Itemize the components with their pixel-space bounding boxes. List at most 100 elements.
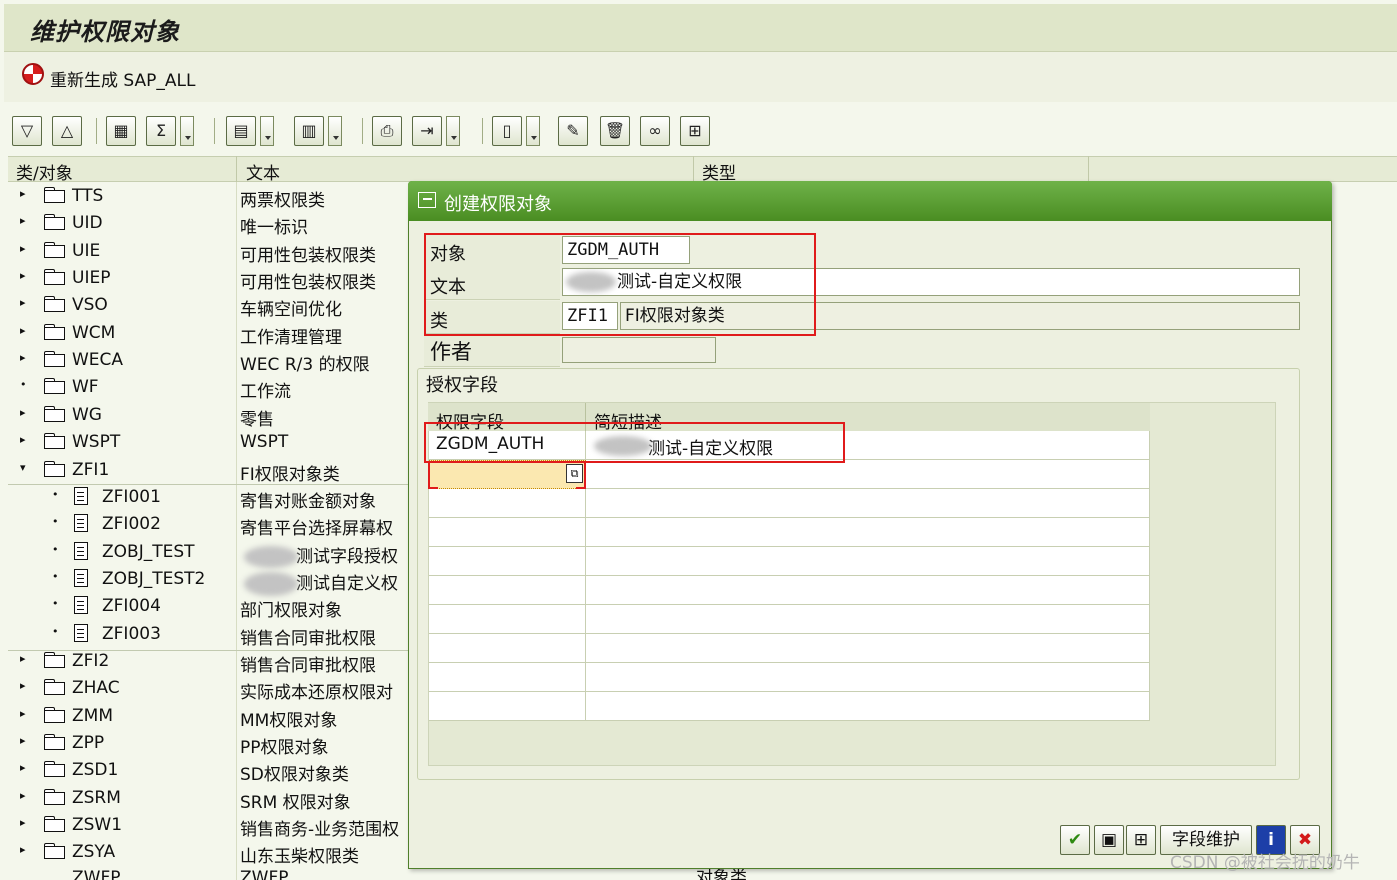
table-active-cell[interactable]	[429, 460, 586, 489]
column-header-class[interactable]: 类/对象	[16, 159, 73, 184]
tree-expander-icon[interactable]: •	[52, 488, 59, 501]
tree-expander-icon[interactable]: •	[52, 515, 59, 528]
table-cell-field[interactable]	[429, 576, 586, 605]
tree-expander-icon[interactable]: ▸	[20, 761, 26, 774]
tree-expander-icon[interactable]: ▸	[20, 816, 26, 829]
tree-node-name: ZSD1	[72, 760, 119, 780]
export-dropdown[interactable]	[446, 116, 460, 146]
tree-row[interactable]: ▸ UID 唯一标识	[8, 210, 408, 238]
folder-icon	[44, 816, 66, 832]
tree-row[interactable]: ▸ ZSW1 销售商务-业务范围权	[8, 812, 408, 840]
tree-row[interactable]: ▸ WECA WEC R/3 的权限	[8, 347, 408, 375]
tree-row[interactable]: • ZFI001 寄售对账金额对象	[8, 484, 408, 512]
folder-icon	[44, 296, 66, 312]
tree-node-name: UID	[72, 213, 103, 233]
tree-expander-icon[interactable]: ▸	[20, 789, 26, 802]
hierarchy-icon[interactable]: ⊞	[1126, 825, 1156, 855]
tree-expander-icon[interactable]: ▸	[20, 296, 26, 309]
tree-expander-icon[interactable]: ▸	[20, 351, 26, 364]
tree-row[interactable]: ▸ UIEP 可用性包装权限类	[8, 265, 408, 293]
tree-row[interactable]: ▸ ZHAC 实际成本还原权限对	[8, 675, 408, 703]
regen-sap-all-button[interactable]: 重新生成 SAP_ALL	[50, 66, 195, 91]
tree-node-text: 测试字段授权	[296, 547, 398, 567]
folder-icon	[44, 406, 66, 422]
tree-row[interactable]: ▾ ZFI1 FI权限对象类	[8, 457, 408, 485]
tree-node-name: VSO	[72, 295, 108, 315]
tree-expander-icon[interactable]: ▾	[20, 461, 26, 474]
layout-icon[interactable]: ▥	[294, 116, 324, 146]
print-dropdown[interactable]	[260, 116, 274, 146]
tree-expander-icon[interactable]: •	[52, 625, 59, 638]
tree-expander-icon[interactable]: ▸	[20, 707, 26, 720]
tree-row[interactable]: • WF 工作流	[8, 374, 408, 402]
tree-expander-icon[interactable]: •	[52, 597, 59, 610]
layout-dropdown[interactable]	[328, 116, 342, 146]
column-header-text[interactable]: 文本	[246, 159, 280, 184]
folder-icon	[44, 214, 66, 230]
tree-row[interactable]: ▸ TTS 两票权限类	[8, 183, 408, 211]
table-cell-field[interactable]	[429, 605, 586, 634]
tree-expander-icon[interactable]: ▸	[20, 324, 26, 337]
delete-icon[interactable]: 🗑	[600, 116, 630, 146]
tree-row[interactable]: ▸ ZMM MM权限对象	[8, 703, 408, 731]
tree-expander-icon[interactable]: ▸	[20, 187, 26, 200]
table-cell-field[interactable]	[429, 634, 586, 663]
print-preview-icon[interactable]: ⎙	[372, 116, 402, 146]
create-dropdown[interactable]	[526, 116, 540, 146]
tree-row[interactable]: ▸ ZSD1 SD权限对象类	[8, 757, 408, 785]
highlight-box	[424, 233, 816, 336]
tree-row[interactable]: • ZFI004 部门权限对象	[8, 593, 408, 621]
print-icon[interactable]: ▤	[226, 116, 256, 146]
regen-icon[interactable]	[22, 63, 44, 85]
tree-row[interactable]: • ZFI003 销售合同审批权限	[8, 621, 408, 649]
table-cell-field[interactable]	[429, 692, 586, 721]
tree-expander-icon[interactable]: ▸	[20, 406, 26, 419]
tree-row[interactable]: • ZOBJ_TEST 测试字段授权	[8, 539, 408, 567]
folder-icon	[44, 187, 66, 203]
table-cell-field[interactable]	[429, 663, 586, 692]
window-title: 维护权限对象	[30, 17, 180, 46]
tree-row[interactable]: ▸ WG 零售	[8, 402, 408, 430]
table-cell-field[interactable]	[429, 547, 586, 576]
sum-dropdown[interactable]	[180, 116, 194, 146]
tree-expander-icon[interactable]: •	[20, 378, 27, 391]
tree-row[interactable]: • ZOBJ_TEST2 测试自定义权	[8, 566, 408, 594]
tree-row[interactable]: • ZFI002 寄售平台选择屏幕权	[8, 511, 408, 539]
tree-expander-icon[interactable]: ▸	[20, 679, 26, 692]
tree-expander-icon[interactable]: ▸	[20, 242, 26, 255]
tree-expander-icon[interactable]: ▸	[20, 734, 26, 747]
tree-row[interactable]: ▸ ZFI2 销售合同审批权限	[8, 648, 408, 676]
sum-icon[interactable]: Σ	[146, 116, 176, 146]
edit-icon[interactable]: ✎	[558, 116, 588, 146]
group-title: 授权字段	[426, 375, 498, 396]
table-cell-field[interactable]	[429, 489, 586, 518]
check-icon[interactable]: ⊞	[680, 116, 710, 146]
save-icon[interactable]: ▣	[1094, 825, 1124, 855]
collapse-all-icon[interactable]: △	[52, 116, 82, 146]
author-label: 作者	[430, 340, 472, 364]
tree-node-name: UIE	[72, 241, 101, 261]
find-icon[interactable]: ▦	[106, 116, 136, 146]
tree-expander-icon[interactable]: ▸	[20, 269, 26, 282]
value-help-icon[interactable]: ⧉	[566, 464, 583, 483]
tree-row[interactable]: ▸ ZPP PP权限对象	[8, 730, 408, 758]
tree-row[interactable]: ▸ ZSYA 山东玉柴权限类	[8, 839, 408, 867]
confirm-check-icon[interactable]: ✔	[1060, 825, 1090, 855]
create-icon[interactable]: ▯	[492, 116, 522, 146]
tree-expander-icon[interactable]: ▸	[20, 433, 26, 446]
tree-row[interactable]: ▸ VSO 车辆空间优化	[8, 292, 408, 320]
tree-expander-icon[interactable]: •	[52, 543, 59, 556]
tree-expander-icon[interactable]: ▸	[20, 652, 26, 665]
tree-expander-icon[interactable]: •	[52, 570, 59, 583]
table-cell-field[interactable]	[429, 518, 586, 547]
tree-expander-icon[interactable]: ▸	[20, 214, 26, 227]
tree-row[interactable]: ▸ UIE 可用性包装权限类	[8, 238, 408, 266]
glasses-icon[interactable]: ∞	[640, 116, 670, 146]
tree-row[interactable]: ▸ WCM 工作清理管理	[8, 320, 408, 348]
tree-row[interactable]: ▸ WSPT WSPT	[8, 429, 408, 456]
tree-row[interactable]: ▸ ZSRM SRM 权限对象	[8, 785, 408, 813]
tree-expander-icon[interactable]: ▸	[20, 843, 26, 856]
tree-row-partial[interactable]: ZWFP ZWFP	[8, 868, 408, 880]
expand-all-icon[interactable]: ▽	[12, 116, 42, 146]
export-icon[interactable]: ⇥	[412, 116, 442, 146]
